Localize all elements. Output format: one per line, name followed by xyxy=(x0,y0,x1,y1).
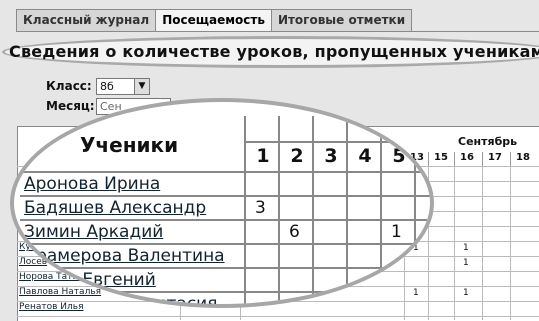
magnified-table: Ученики 1 2 3 4 5 Аронова Ирина Бадяшев Алекса… xyxy=(14,102,430,304)
class-label: Класс: xyxy=(46,79,92,93)
tab-attendance[interactable]: Посещаемость xyxy=(155,9,272,31)
absence-count: 6 xyxy=(289,222,300,242)
student-link[interactable]: Лосев Евгений xyxy=(24,270,156,290)
row-divider xyxy=(17,316,539,317)
day-header: 1 xyxy=(244,142,280,170)
row-divider xyxy=(20,291,430,293)
tab-class-journal[interactable]: Классный журнал xyxy=(16,9,157,31)
month-name: Сентябрь xyxy=(458,135,518,148)
magnifier-lens: Ученики 1 2 3 4 5 Аронова Ирина Бадяшев Алекса… xyxy=(10,98,434,308)
student-link[interactable]: Бадяшев Александр xyxy=(24,198,206,218)
column-divider xyxy=(510,166,511,320)
student-link[interactable]: Аронова Ирина xyxy=(24,174,160,194)
class-select[interactable]: 8б ▼ xyxy=(96,78,150,95)
absence-count: 1 xyxy=(463,243,469,253)
day-header: 16 xyxy=(454,152,479,166)
day-header: 4 xyxy=(346,142,382,170)
absence-count: 1 xyxy=(391,222,402,242)
day-header: 2 xyxy=(278,142,314,170)
day-header: 17 xyxy=(482,152,507,166)
students-header: Ученики xyxy=(80,133,179,157)
row-divider xyxy=(20,219,430,221)
absence-count: 1 xyxy=(463,258,469,268)
row-divider xyxy=(20,243,430,245)
day-header: 15 xyxy=(428,152,453,166)
day-header: 18 xyxy=(510,152,535,166)
row-divider xyxy=(20,195,430,197)
chevron-down-icon[interactable]: ▼ xyxy=(134,79,149,94)
student-link[interactable]: Крамерова Валентина xyxy=(24,246,225,266)
class-select-value: 8б xyxy=(100,80,114,93)
page-title: Сведения о количестве уроков, пропущенны… xyxy=(9,42,539,61)
column-divider xyxy=(454,166,455,320)
day-header: 3 xyxy=(312,142,348,170)
absence-count: 3 xyxy=(255,198,266,218)
absence-count: 1 xyxy=(463,288,469,298)
tab-bar: Классный журнал Посещаемость Итоговые от… xyxy=(16,9,539,32)
row-divider xyxy=(20,171,430,173)
tab-final-grades[interactable]: Итоговые отметки xyxy=(270,9,413,31)
row-divider xyxy=(20,267,430,269)
students-header-cell: Ученики xyxy=(20,111,244,171)
student-link[interactable]: Зимин Аркадий xyxy=(24,222,163,242)
column-divider xyxy=(482,166,483,320)
day-header: 5 xyxy=(380,142,416,170)
